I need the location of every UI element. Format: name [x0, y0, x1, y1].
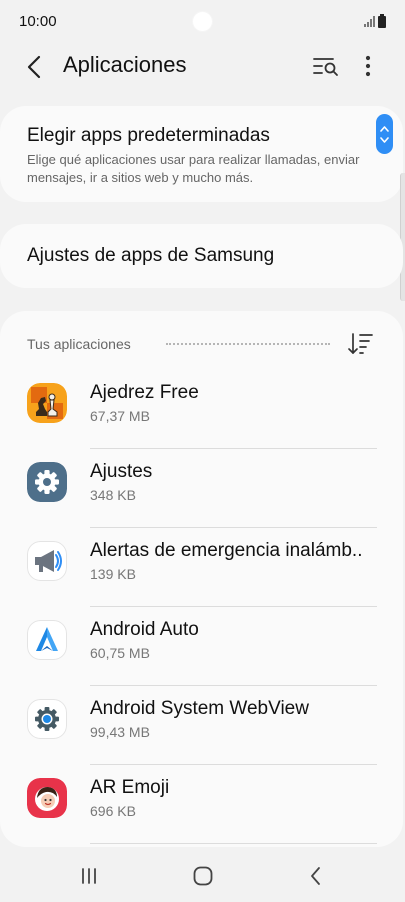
- list-item[interactable]: Ajustes 348 KB: [0, 449, 403, 528]
- default-apps-card[interactable]: Elegir apps predeterminadas Elige qué ap…: [0, 106, 403, 202]
- status-time: 10:00: [19, 13, 57, 30]
- app-name: Android System WebView: [90, 698, 309, 719]
- home-icon[interactable]: [192, 865, 214, 887]
- app-size: 60,75 MB: [90, 645, 150, 661]
- chess-icon: [27, 383, 67, 423]
- battery-icon: [378, 14, 386, 28]
- app-size: 348 KB: [90, 487, 136, 503]
- scroll-chevrons-icon: [380, 126, 389, 143]
- samsung-app-settings-title: Ajustes de apps de Samsung: [27, 245, 275, 266]
- samsung-app-settings-card[interactable]: Ajustes de apps de Samsung: [0, 224, 403, 288]
- settings-gear-icon: [27, 462, 67, 502]
- list-search-icon[interactable]: [311, 53, 341, 79]
- app-bar: Aplicaciones: [0, 44, 405, 88]
- back-arrow-icon[interactable]: [20, 52, 50, 82]
- app-name: Alertas de emergencia inalámb..: [90, 540, 363, 561]
- sort-icon[interactable]: [346, 331, 374, 357]
- android-auto-icon: [27, 620, 67, 660]
- section-divider: [166, 343, 330, 345]
- edge-panel-handle[interactable]: [400, 173, 405, 301]
- list-item[interactable]: Android System WebView 99,43 MB: [0, 686, 403, 765]
- list-item[interactable]: Ajedrez Free 67,37 MB: [0, 370, 403, 449]
- more-options-icon[interactable]: [356, 52, 380, 80]
- nav-back-icon[interactable]: [307, 865, 325, 887]
- ar-emoji-icon: [27, 778, 67, 818]
- signal-icon: [364, 16, 375, 27]
- app-size: 696 KB: [90, 803, 136, 819]
- app-size: 99,43 MB: [90, 724, 150, 740]
- navigation-bar: [0, 852, 405, 902]
- scroll-indicator[interactable]: [376, 114, 393, 154]
- app-name: Ajedrez Free: [90, 382, 199, 403]
- webview-gear-icon: [27, 699, 67, 739]
- app-size: 139 KB: [90, 566, 136, 582]
- app-name: Ajustes: [90, 461, 153, 482]
- list-item[interactable]: Android Auto 60,75 MB: [0, 607, 403, 686]
- row-divider: [90, 843, 377, 844]
- default-apps-title: Elegir apps predeterminadas: [27, 125, 270, 146]
- list-item[interactable]: AR Emoji 696 KB: [0, 765, 403, 844]
- list-item[interactable]: Alertas de emergencia inalámb.. 139 KB: [0, 528, 403, 607]
- recent-apps-icon[interactable]: [79, 866, 99, 886]
- app-name: Android Auto: [90, 619, 199, 640]
- megaphone-icon: [27, 541, 67, 581]
- camera-cutout: [192, 11, 213, 32]
- section-label: Tus aplicaciones: [27, 336, 131, 352]
- status-bar: 10:00: [0, 0, 405, 44]
- app-size: 67,37 MB: [90, 408, 150, 424]
- app-list-card: Tus aplicaciones Ajedrez Free 67,37 MB A…: [0, 311, 403, 847]
- page-title: Aplicaciones: [63, 52, 187, 77]
- app-name: AR Emoji: [90, 777, 170, 798]
- default-apps-subtitle: Elige qué aplicaciones usar para realiza…: [27, 152, 360, 185]
